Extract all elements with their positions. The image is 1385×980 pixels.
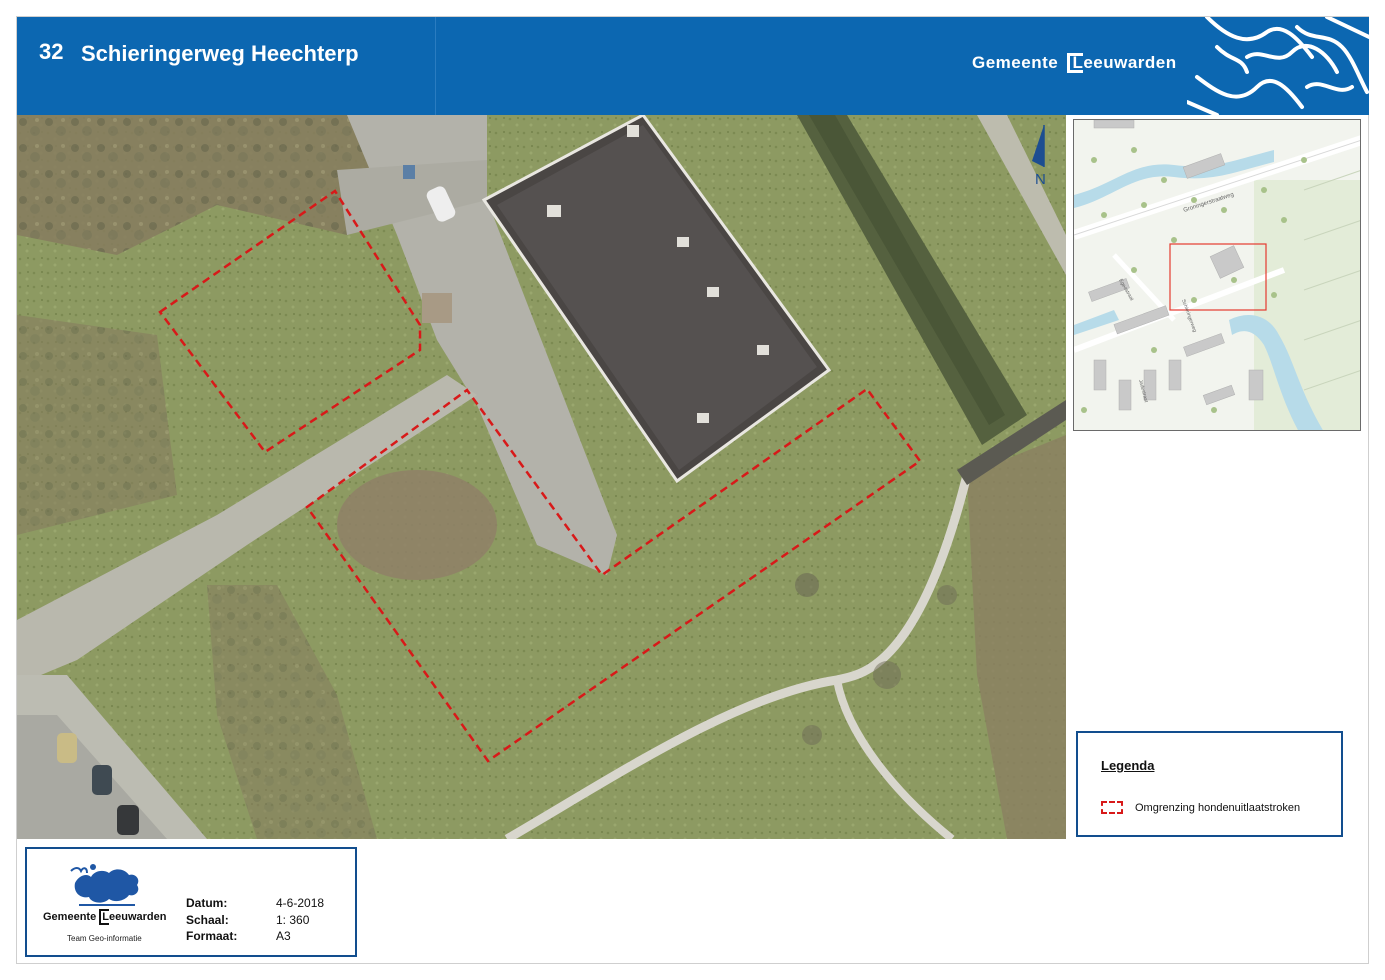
brand-l: L: [1067, 53, 1084, 73]
brand-prefix: Gemeente: [972, 53, 1064, 72]
brand-suffix: eeuwarden: [1083, 53, 1177, 72]
schaal-row: Schaal: 1: 360: [186, 913, 346, 927]
legend-item: Omgrenzing hondenuitlaatstroken: [1101, 801, 1300, 814]
wave-pattern-graphic: [1187, 17, 1369, 115]
datum-row: Datum: 4-6-2018: [186, 896, 346, 910]
formaat-row: Formaat: A3: [186, 929, 346, 943]
schaal-label: Schaal:: [186, 913, 229, 927]
aerial-map[interactable]: [17, 115, 1066, 839]
north-label: N: [1035, 171, 1046, 188]
title-bar: 32 Schieringerweg Heechterp Gemeente Lee…: [17, 17, 1369, 115]
footer-brand-prefix: Gemeente: [43, 911, 100, 923]
dashed-boundary-swatch: [1101, 801, 1123, 814]
footer-brand-suffix: eeuwarden: [108, 911, 167, 923]
map-title: Schieringerweg Heechterp: [81, 41, 359, 66]
datum-label: Datum:: [186, 896, 228, 910]
schaal-value: 1: 360: [276, 913, 310, 927]
footer-brand: Gemeente Leeuwarden: [43, 909, 167, 925]
legend-panel: Legenda Omgrenzing hondenuitlaatstroken: [1076, 731, 1343, 837]
north-arrow: N: [1028, 123, 1058, 189]
footer-brand-l: L: [99, 909, 109, 925]
gemeente-logo: Gemeente Leeuwarden: [972, 53, 1177, 73]
formaat-label: Formaat:: [186, 929, 238, 943]
legend-title: Legenda: [1101, 758, 1155, 773]
aerial-photo: [17, 115, 1066, 839]
gemeente-lion-logo: [70, 864, 139, 906]
overview-map[interactable]: Groningerstraatweg Schieringerweg Egeast…: [1073, 119, 1361, 431]
formaat-value: A3: [276, 929, 291, 943]
overview-map-drawing: Groningerstraatweg Schieringerweg Egeast…: [1074, 120, 1360, 430]
datum-value: 4-6-2018: [276, 896, 325, 910]
title-block: Gemeente Leeuwarden Team Geo-informatie …: [25, 847, 357, 957]
header-divider: [435, 17, 436, 115]
footer-team: Team Geo-informatie: [67, 934, 142, 943]
map-number: 32: [39, 39, 64, 64]
legend-item-label: Omgrenzing hondenuitlaatstroken: [1135, 801, 1301, 814]
